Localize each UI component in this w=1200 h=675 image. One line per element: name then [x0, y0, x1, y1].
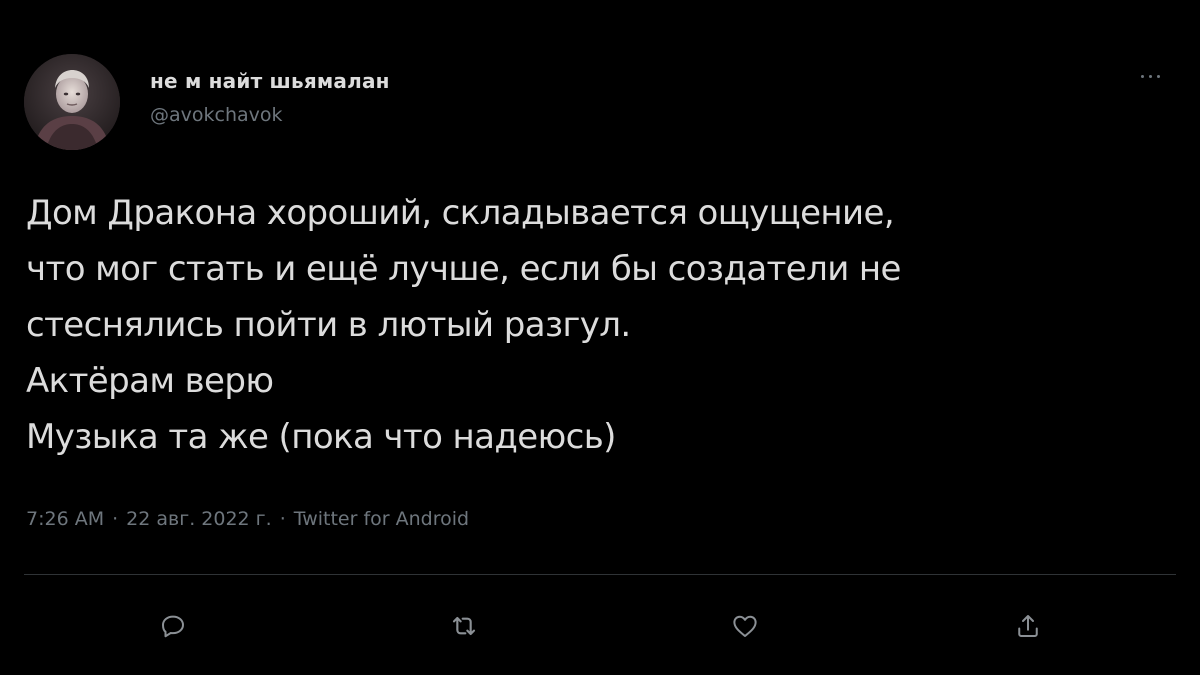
tweet-metadata: 7:26 AM · 22 авг. 2022 г. · Twitter for Andr…: [26, 505, 469, 533]
like-icon: [733, 615, 757, 637]
tweet-actions: [0, 598, 1200, 654]
tweet-source[interactable]: Twitter for Android: [294, 508, 469, 530]
tweet-date[interactable]: 22 авг. 2022 г.: [126, 508, 272, 530]
more-dots-icon: [1156, 74, 1160, 78]
meta-separator: ·: [279, 508, 286, 530]
user-handle[interactable]: @avokchavok: [150, 102, 390, 128]
meta-separator: ·: [112, 508, 119, 530]
divider: [24, 574, 1176, 575]
tweet-text-line: что мог стать и ещё лучше, если бы созда…: [26, 249, 901, 289]
more-options-button[interactable]: [1130, 64, 1170, 88]
tweet-text-line: Актёрам верю: [26, 361, 274, 401]
retweet-button[interactable]: [436, 598, 492, 654]
user-avatar-photo-icon: [24, 54, 120, 150]
user-info: не м найт шьямалан @avokchavok: [150, 68, 390, 128]
like-button[interactable]: [717, 598, 773, 654]
tweet-text: Дом Дракона хороший, складывается ощущен…: [26, 185, 1166, 465]
avatar[interactable]: [24, 54, 120, 150]
more-dots-icon: [1148, 74, 1152, 78]
tweet-header: не м найт шьямалан @avokchavok: [24, 54, 1176, 154]
tweet-time[interactable]: 7:26 AM: [26, 508, 104, 530]
share-button[interactable]: [1000, 598, 1056, 654]
retweet-icon: [452, 616, 476, 636]
share-icon: [1018, 615, 1038, 637]
tweet-text-line: стеснялись пойти в лютый разгул.: [26, 305, 631, 345]
tweet-text-line: Дом Дракона хороший, складывается ощущен…: [26, 193, 895, 233]
display-name[interactable]: не м найт шьямалан: [150, 68, 390, 94]
more-dots-icon: [1140, 74, 1144, 78]
reply-icon: [162, 615, 184, 638]
tweet-text-line: Музыка та же (пока что надеюсь): [26, 417, 616, 457]
reply-button[interactable]: [145, 598, 201, 654]
tweet-card: не м найт шьямалан @avokchavok Дом Драко…: [0, 0, 1200, 675]
